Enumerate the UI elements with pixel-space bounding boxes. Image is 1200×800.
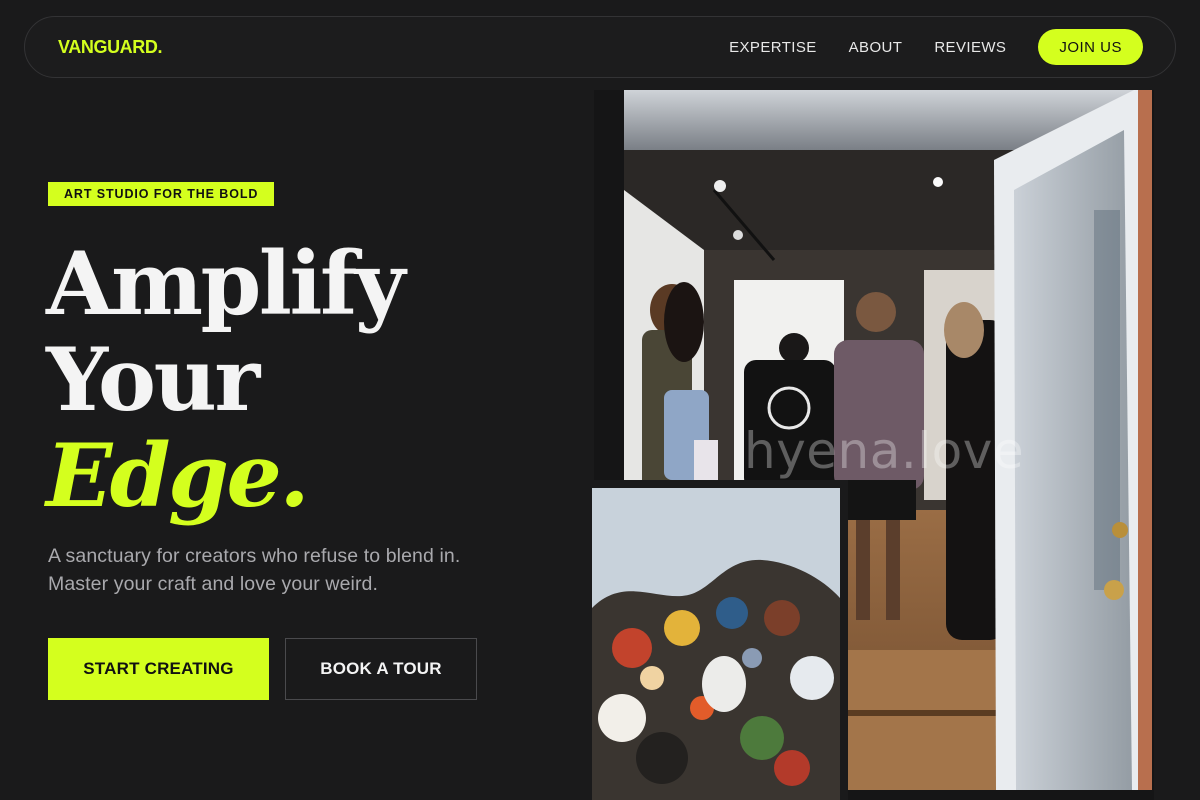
hero-headline: Amplify Your Edge.: [46, 232, 405, 527]
nav-link-reviews[interactable]: REVIEWS: [934, 39, 1006, 56]
landing-page: VANGUARD. EXPERTISE ABOUT REVIEWS JOIN U…: [0, 0, 1200, 800]
book-a-tour-button[interactable]: BOOK A TOUR: [285, 638, 477, 700]
palette-photo: [584, 480, 848, 800]
navbar: VANGUARD. EXPERTISE ABOUT REVIEWS JOIN U…: [24, 16, 1176, 78]
logo[interactable]: VANGUARD.: [58, 37, 162, 58]
nav-link-expertise[interactable]: EXPERTISE: [729, 39, 817, 56]
hero-badge: ART STUDIO FOR THE BOLD: [48, 182, 275, 206]
join-us-button[interactable]: JOIN US: [1038, 29, 1143, 65]
start-creating-button[interactable]: START CREATING: [48, 638, 269, 700]
nav-link-about[interactable]: ABOUT: [849, 39, 903, 56]
headline-line-2: Your: [46, 328, 260, 431]
hero-subtext: A sanctuary for creators who refuse to b…: [48, 545, 461, 595]
headline-line-1: Amplify: [46, 232, 405, 335]
palette-photo-illustration: [592, 488, 840, 800]
nav-links: EXPERTISE ABOUT REVIEWS JOIN US: [729, 29, 1143, 65]
headline-accent: Edge.: [46, 424, 310, 527]
